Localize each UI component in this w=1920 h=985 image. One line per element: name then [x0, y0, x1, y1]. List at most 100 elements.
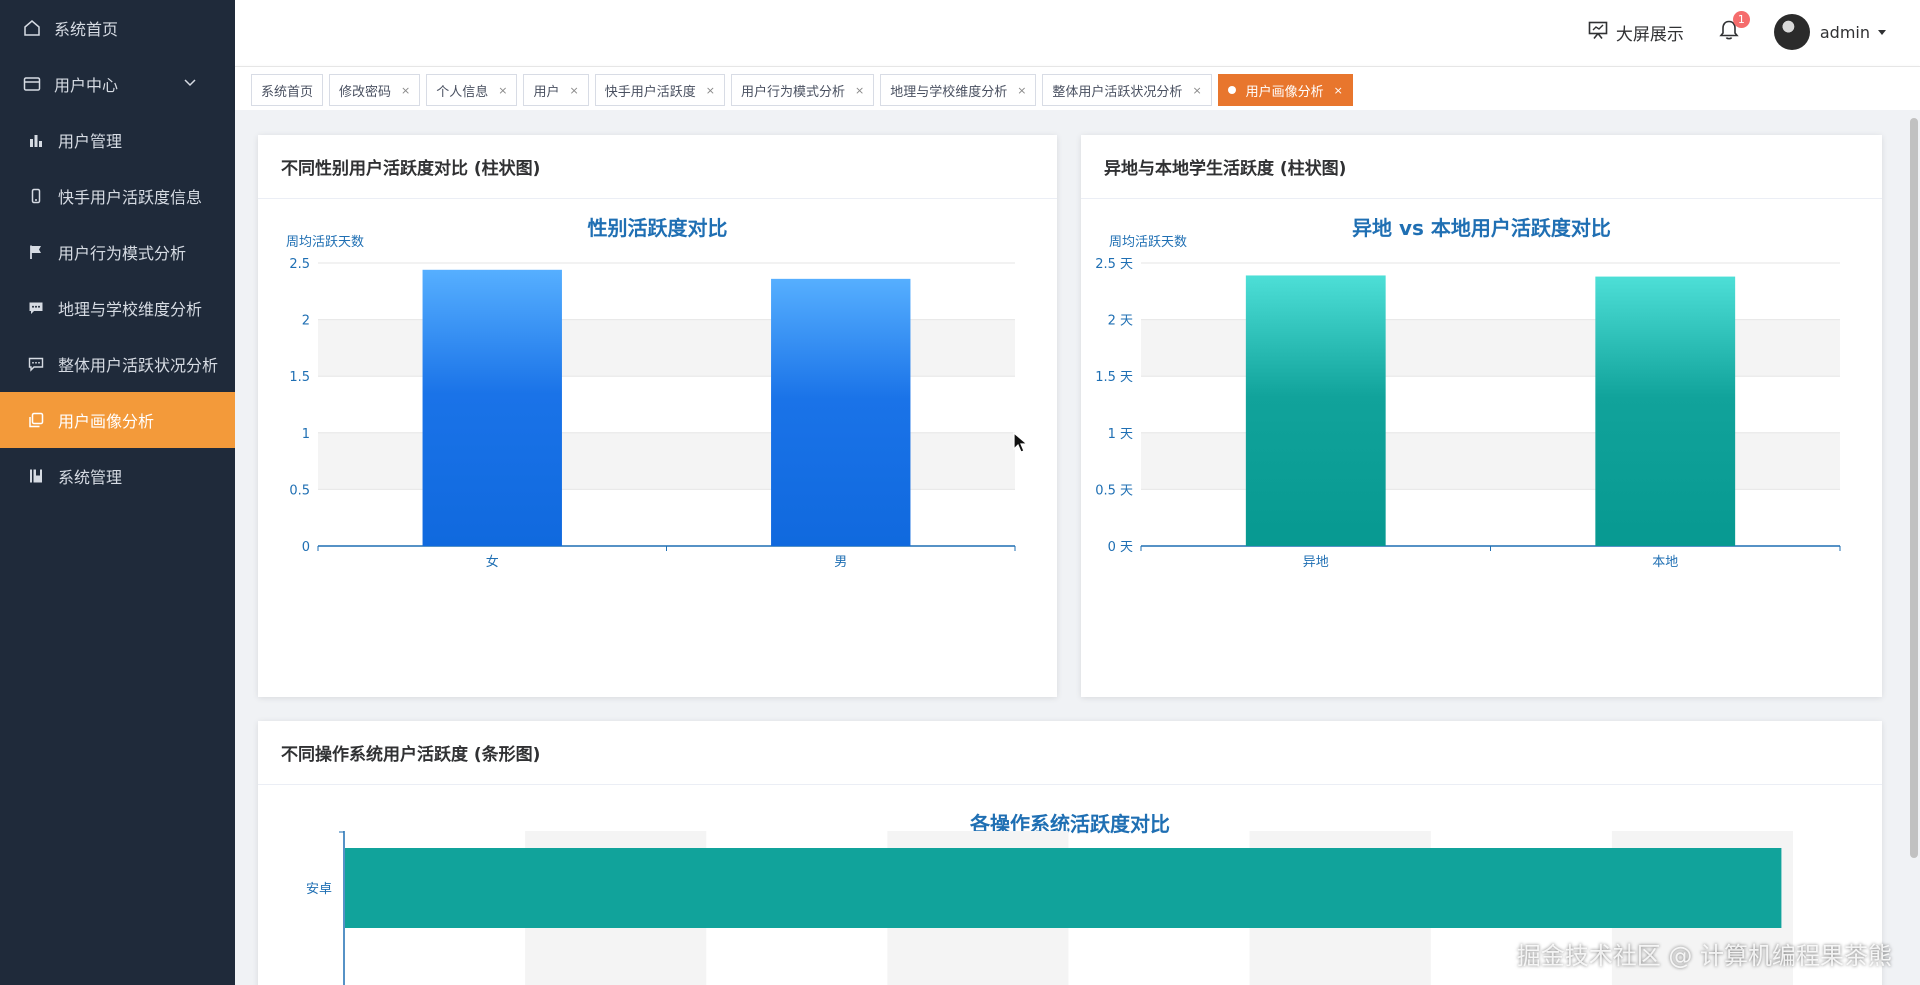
tag-label: 用户行为模式分析	[740, 84, 845, 100]
tag-label: 用户画像分析	[1245, 84, 1324, 100]
y-tick-label: 0.5	[289, 483, 310, 498]
y-axis-label: 周均活跃天数	[1109, 235, 1187, 250]
grid-band	[318, 319, 1015, 377]
tag-label: 系统首页	[261, 84, 314, 100]
tag-geo-school[interactable]: 地理与学校维度分析 ×	[880, 74, 1037, 106]
tag-kuaishou-activity[interactable]: 快手用户活跃度 ×	[594, 74, 725, 106]
close-icon[interactable]: ×	[855, 84, 864, 97]
card-header: 异地与本地学生活跃度 (柱状图)	[1081, 135, 1882, 199]
big-screen-button[interactable]: 大屏展示	[1588, 20, 1684, 45]
y-tick-label: 1.5 天	[1095, 370, 1133, 385]
x-tick-label: 男	[834, 555, 847, 570]
x-tick-label: 女	[486, 554, 499, 570]
tag-change-password[interactable]: 修改密码 ×	[329, 74, 421, 106]
close-icon[interactable]: ×	[570, 84, 579, 97]
tag-home[interactable]: 系统首页	[251, 74, 324, 106]
caret-down-icon	[1878, 29, 1886, 35]
tag-user-profile[interactable]: 用户画像分析 ×	[1217, 74, 1353, 106]
bar-女	[422, 269, 562, 546]
y-tick-label: 2.5	[289, 257, 310, 272]
bar-chart-icon	[26, 130, 46, 150]
close-icon[interactable]: ×	[401, 84, 410, 97]
scrollbar[interactable]	[1910, 118, 1918, 858]
tag-overall-activity[interactable]: 整体用户活跃状况分析 ×	[1042, 74, 1212, 106]
tag-label: 个人信息	[436, 84, 489, 100]
tag-label: 用户	[533, 84, 560, 100]
close-icon[interactable]: ×	[1192, 84, 1201, 97]
message-icon	[26, 298, 46, 318]
sidebar-item-label: 用户行为模式分析	[58, 244, 187, 263]
y-tick-label: 1	[302, 427, 310, 442]
card-header: 不同性别用户活跃度对比 (柱状图)	[258, 135, 1057, 199]
close-icon[interactable]: ×	[706, 84, 715, 97]
region-bar-chart: 0 天 0.5 天 1 天 1.5 天 2 天 2.5 天 周均活跃天数异地 本地	[1095, 235, 1841, 570]
sidebar-item-home[interactable]: 系统首页	[0, 0, 235, 56]
username: admin	[1819, 22, 1870, 42]
sidebar-item-user-profile[interactable]: 用户画像分析	[0, 392, 235, 448]
sidebar-item-overall-activity[interactable]: 整体用户活跃状况分析	[0, 336, 235, 392]
y-tick-label: 1 天	[1108, 427, 1133, 442]
flag-icon	[26, 242, 46, 262]
sidebar-item-label: 用户管理	[58, 132, 123, 151]
bar-本地	[1595, 276, 1736, 546]
chat-icon	[26, 354, 46, 374]
tag-label: 修改密码	[339, 84, 392, 100]
y-tick-label: 0 天	[1108, 540, 1133, 555]
tag-label: 快手用户活跃度	[604, 84, 696, 100]
main-content: 不同性别用户活跃度对比 (柱状图) 性别活跃度对比 0 0.5 1 1.5 2 2.5 周均…	[235, 110, 1920, 985]
tag-user[interactable]: 用户 ×	[523, 74, 589, 106]
grid-band	[1141, 432, 1840, 490]
mouse-cursor-icon	[1013, 432, 1029, 453]
x-tick-label: 本地	[1652, 555, 1678, 570]
sidebar: 系统首页 用户中心 用户管理 快手用户活跃度信息 用户行为模式分析 地理与学校维…	[0, 0, 235, 985]
top-header: 大屏展示 1 admin	[235, 0, 1920, 66]
sidebar-item-label: 快手用户活跃度信息	[58, 188, 203, 207]
sidebar-item-system[interactable]: 系统管理	[0, 448, 235, 504]
sidebar-item-geo-school[interactable]: 地理与学校维度分析	[0, 280, 235, 336]
bar-安卓	[345, 848, 1782, 928]
book-icon	[26, 466, 46, 486]
tag-label: 地理与学校维度分析	[890, 84, 1008, 100]
gender-chart-card: 不同性别用户活跃度对比 (柱状图) 性别活跃度对比 0 0.5 1 1.5 2 2.5 周均…	[258, 135, 1057, 697]
sidebar-item-label: 整体用户活跃状况分析	[58, 356, 219, 375]
active-dot	[1227, 86, 1236, 94]
sidebar-item-behavior[interactable]: 用户行为模式分析	[0, 224, 235, 280]
y-tick-label: 2	[302, 314, 310, 329]
bell-icon	[1718, 20, 1740, 45]
notification-button[interactable]: 1	[1718, 11, 1750, 45]
user-menu[interactable]: admin	[1773, 14, 1886, 50]
sidebar-item-label: 地理与学校维度分析	[58, 300, 203, 319]
region-chart-card: 异地与本地学生活跃度 (柱状图) 异地 vs 本地用户活跃度对比 0 天 0.5 …	[1081, 135, 1882, 697]
tag-behavior[interactable]: 用户行为模式分析 ×	[730, 74, 875, 106]
monitor-icon	[1588, 20, 1616, 45]
close-icon[interactable]: ×	[1334, 84, 1343, 97]
close-icon[interactable]: ×	[498, 84, 507, 97]
home-icon	[22, 18, 42, 38]
card-icon	[22, 74, 42, 94]
y-axis-label: 周均活跃天数	[286, 235, 364, 250]
chevron-down-icon	[183, 75, 197, 94]
close-icon[interactable]: ×	[1017, 84, 1026, 97]
y-tick-label: 安卓	[306, 882, 332, 897]
bar-男	[771, 278, 911, 546]
phone-icon	[26, 186, 46, 206]
y-tick-label: 2.5 天	[1095, 257, 1133, 272]
bar-异地	[1245, 275, 1386, 546]
copy-icon	[26, 410, 46, 430]
tags-view: 系统首页 修改密码 × 个人信息 × 用户 × 快手用户活跃度 × 用户行为模式分析 × …	[235, 66, 1920, 110]
grid-band	[318, 432, 1015, 490]
x-tick-label: 异地	[1303, 555, 1329, 570]
avatar	[1773, 14, 1810, 50]
sidebar-item-user-management[interactable]: 用户管理	[0, 112, 235, 168]
grid-band	[1141, 319, 1840, 377]
sidebar-item-kuaishou-activity[interactable]: 快手用户活跃度信息	[0, 168, 235, 224]
sidebar-item-user-center[interactable]: 用户中心	[0, 56, 235, 112]
y-tick-label: 0	[302, 540, 310, 555]
sidebar-item-label: 系统首页	[54, 20, 119, 39]
sidebar-item-label: 用户画像分析	[58, 412, 155, 431]
card-header: 不同操作系统用户活跃度 (条形图)	[258, 721, 1882, 785]
sidebar-item-label: 系统管理	[58, 468, 123, 487]
gender-bar-chart: 0 0.5 1 1.5 2 2.5 周均活跃天数女 男	[286, 235, 1016, 570]
y-tick-label: 1.5	[289, 370, 310, 385]
tag-personal-info[interactable]: 个人信息 ×	[426, 74, 518, 106]
